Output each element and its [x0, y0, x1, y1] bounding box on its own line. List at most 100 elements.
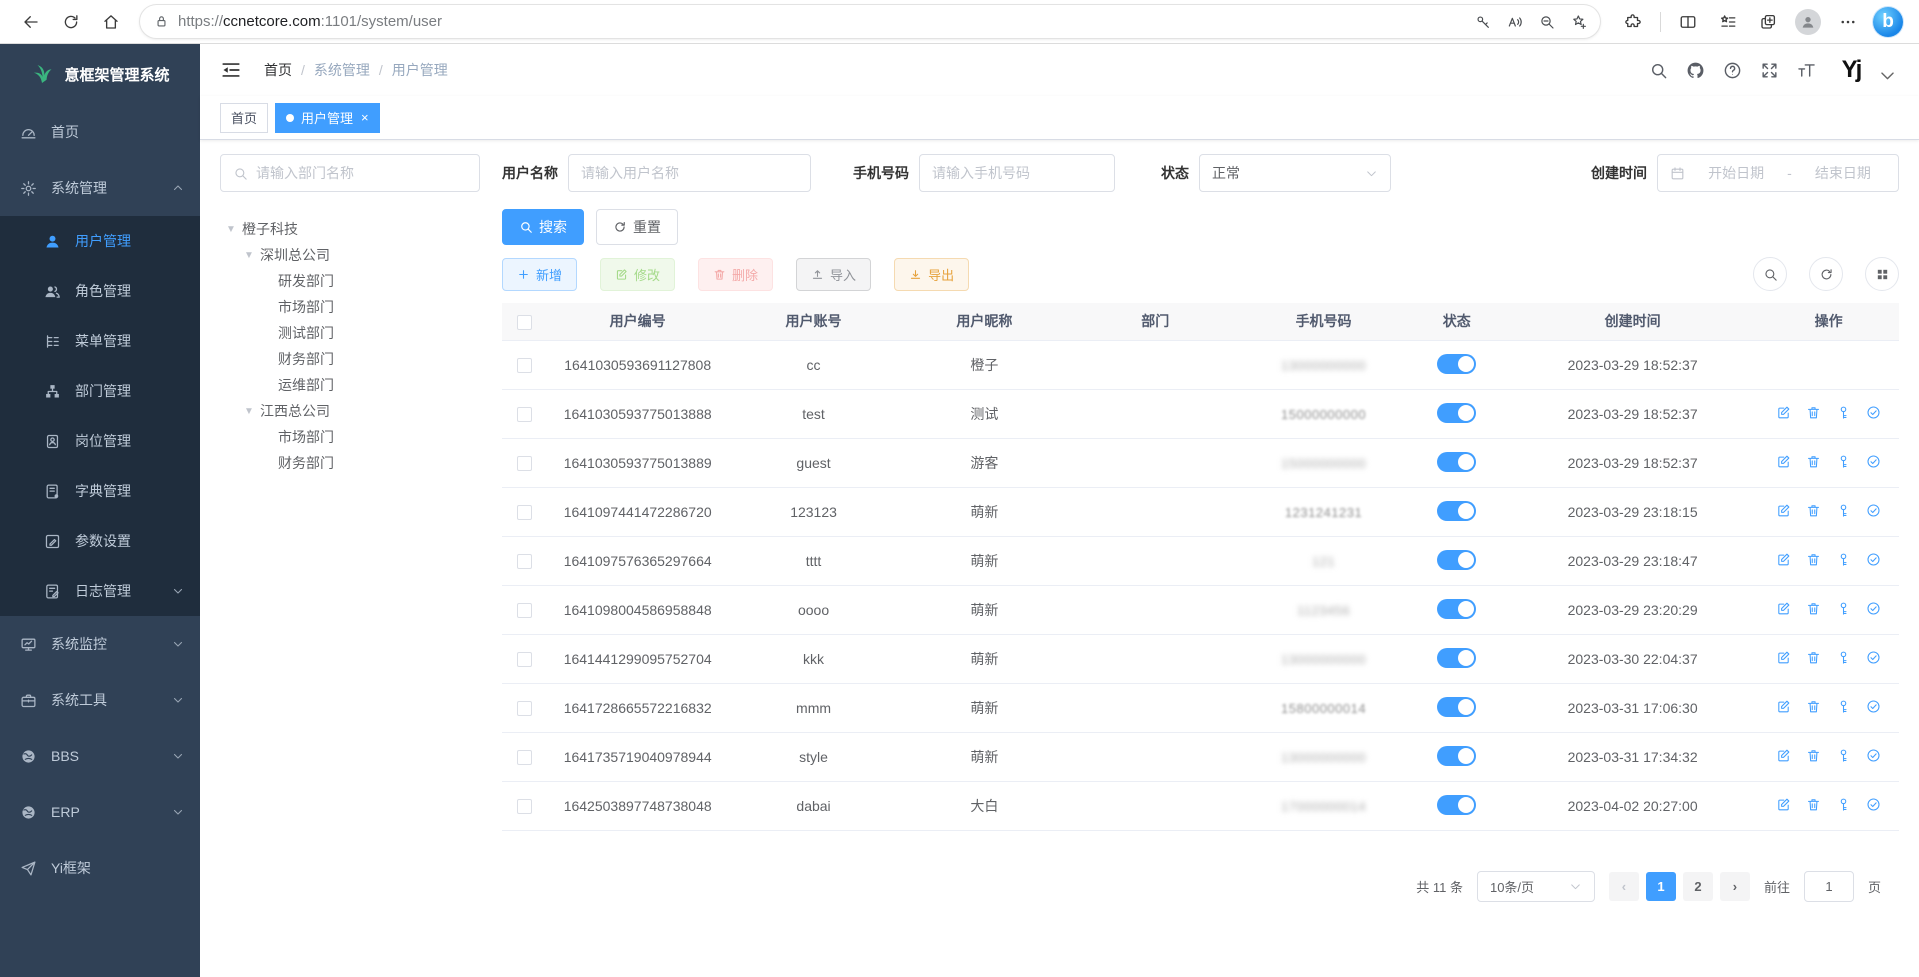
row-checkbox[interactable]	[517, 407, 532, 422]
row-checkbox[interactable]	[517, 652, 532, 667]
status-toggle[interactable]	[1437, 550, 1476, 570]
assign-role-icon[interactable]	[1866, 405, 1881, 420]
sidebar-item-param-settings[interactable]: 参数设置	[0, 516, 200, 566]
new-tab-group-icon[interactable]	[1751, 5, 1785, 39]
bing-icon[interactable]: b	[1871, 5, 1905, 39]
delete-row-icon[interactable]	[1806, 405, 1821, 420]
reset-password-icon[interactable]	[1836, 454, 1851, 469]
select-all-checkbox[interactable]	[517, 315, 532, 330]
tab-home[interactable]: 首页	[220, 103, 268, 133]
close-tab-icon[interactable]: ×	[361, 111, 369, 124]
read-aloud-icon[interactable]	[1500, 7, 1530, 37]
row-checkbox[interactable]	[517, 554, 532, 569]
sidebar-item-log-mgmt[interactable]: 日志管理	[0, 566, 200, 616]
collections-icon[interactable]	[1711, 5, 1745, 39]
tree-caret-icon[interactable]: ▼	[238, 250, 260, 261]
table-columns-icon[interactable]	[1865, 257, 1899, 291]
tree-node[interactable]: ▼ 运维部门	[220, 372, 480, 398]
date-range-picker[interactable]: 开始日期 - 结束日期	[1657, 154, 1899, 192]
page-size-select[interactable]: 10条/页	[1477, 871, 1595, 902]
dept-search-field[interactable]	[256, 165, 467, 181]
assign-role-icon[interactable]	[1866, 797, 1881, 812]
reset-password-icon[interactable]	[1836, 405, 1851, 420]
username-field[interactable]	[581, 165, 798, 181]
edit-row-icon[interactable]	[1776, 797, 1791, 812]
status-toggle[interactable]	[1437, 452, 1476, 472]
assign-role-icon[interactable]	[1866, 552, 1881, 567]
user-avatar[interactable]: Yj	[1834, 53, 1868, 87]
sidebar-item-menu-mgmt[interactable]: 菜单管理	[0, 316, 200, 366]
page-button-1[interactable]: 1	[1646, 872, 1676, 901]
status-toggle[interactable]	[1437, 697, 1476, 717]
delete-row-icon[interactable]	[1806, 503, 1821, 518]
edit-row-icon[interactable]	[1776, 454, 1791, 469]
back-icon[interactable]	[14, 5, 48, 39]
next-page-button[interactable]: ›	[1720, 872, 1750, 901]
sidebar-item-erp[interactable]: ERP	[0, 784, 200, 840]
assign-role-icon[interactable]	[1866, 650, 1881, 665]
date-end-placeholder[interactable]: 结束日期	[1800, 163, 1886, 183]
sidebar-item-dict-mgmt[interactable]: 字典管理	[0, 466, 200, 516]
sidebar-item-user-mgmt[interactable]: 用户管理	[0, 216, 200, 266]
favorite-add-icon[interactable]	[1564, 7, 1594, 37]
status-toggle[interactable]	[1437, 599, 1476, 619]
row-checkbox[interactable]	[517, 358, 532, 373]
reset-password-icon[interactable]	[1836, 748, 1851, 763]
reset-button[interactable]: 重置	[596, 209, 678, 245]
delete-row-icon[interactable]	[1806, 748, 1821, 763]
tree-caret-icon[interactable]: ▼	[238, 406, 260, 417]
status-toggle[interactable]	[1437, 746, 1476, 766]
header-search-icon[interactable]	[1649, 61, 1668, 80]
assign-role-icon[interactable]	[1866, 748, 1881, 763]
sidebar-item-dept-mgmt[interactable]: 部门管理	[0, 366, 200, 416]
search-button[interactable]: 搜索	[502, 209, 584, 245]
address-bar[interactable]: https://ccnetcore.com:1101/system/user	[140, 5, 1600, 38]
sidebar-item-monitor[interactable]: 系统监控	[0, 616, 200, 672]
reset-password-icon[interactable]	[1836, 797, 1851, 812]
row-checkbox[interactable]	[517, 701, 532, 716]
phone-input[interactable]	[919, 154, 1115, 192]
font-size-icon[interactable]	[1797, 61, 1816, 80]
sidebar-item-system[interactable]: 系统管理	[0, 160, 200, 216]
delete-row-icon[interactable]	[1806, 797, 1821, 812]
reset-password-icon[interactable]	[1836, 552, 1851, 567]
tree-caret-icon[interactable]: ▼	[220, 224, 242, 235]
tree-node[interactable]: ▼ 研发部门	[220, 268, 480, 294]
breadcrumb-system[interactable]: 系统管理	[314, 60, 370, 80]
edit-row-icon[interactable]	[1776, 552, 1791, 567]
goto-page-input[interactable]	[1804, 871, 1854, 902]
zoom-out-icon[interactable]	[1532, 7, 1562, 37]
reset-password-icon[interactable]	[1836, 699, 1851, 714]
sidebar-item-bbs[interactable]: BBS	[0, 728, 200, 784]
help-icon[interactable]	[1723, 61, 1742, 80]
delete-row-icon[interactable]	[1806, 552, 1821, 567]
status-select[interactable]: 正常	[1199, 154, 1391, 192]
tree-node[interactable]: ▼ 深圳总公司	[220, 242, 480, 268]
row-checkbox[interactable]	[517, 799, 532, 814]
edit-row-icon[interactable]	[1776, 503, 1791, 518]
date-start-placeholder[interactable]: 开始日期	[1693, 163, 1779, 183]
page-button-2[interactable]: 2	[1683, 872, 1713, 901]
url-text[interactable]: https://ccnetcore.com:1101/system/user	[178, 13, 1468, 30]
reload-icon[interactable]	[54, 5, 88, 39]
dept-search-input[interactable]	[220, 154, 480, 192]
username-input[interactable]	[568, 154, 811, 192]
sidebar-item-tools[interactable]: 系统工具	[0, 672, 200, 728]
tree-node[interactable]: ▼ 财务部门	[220, 346, 480, 372]
assign-role-icon[interactable]	[1866, 601, 1881, 616]
sidebar-fold-icon[interactable]	[220, 59, 242, 81]
row-checkbox[interactable]	[517, 456, 532, 471]
home-icon[interactable]	[94, 5, 128, 39]
tree-node[interactable]: ▼ 测试部门	[220, 320, 480, 346]
table-refresh-icon[interactable]	[1809, 257, 1843, 291]
sidebar-item-post-mgmt[interactable]: 岗位管理	[0, 416, 200, 466]
tree-node[interactable]: ▼ 江西总公司	[220, 398, 480, 424]
tree-node[interactable]: ▼ 市场部门	[220, 424, 480, 450]
delete-button[interactable]: 删除	[698, 258, 773, 291]
add-button[interactable]: 新增	[502, 258, 577, 291]
assign-role-icon[interactable]	[1866, 699, 1881, 714]
delete-row-icon[interactable]	[1806, 454, 1821, 469]
edit-row-icon[interactable]	[1776, 650, 1791, 665]
status-toggle[interactable]	[1437, 354, 1476, 374]
sidebar-item-role-mgmt[interactable]: 角色管理	[0, 266, 200, 316]
